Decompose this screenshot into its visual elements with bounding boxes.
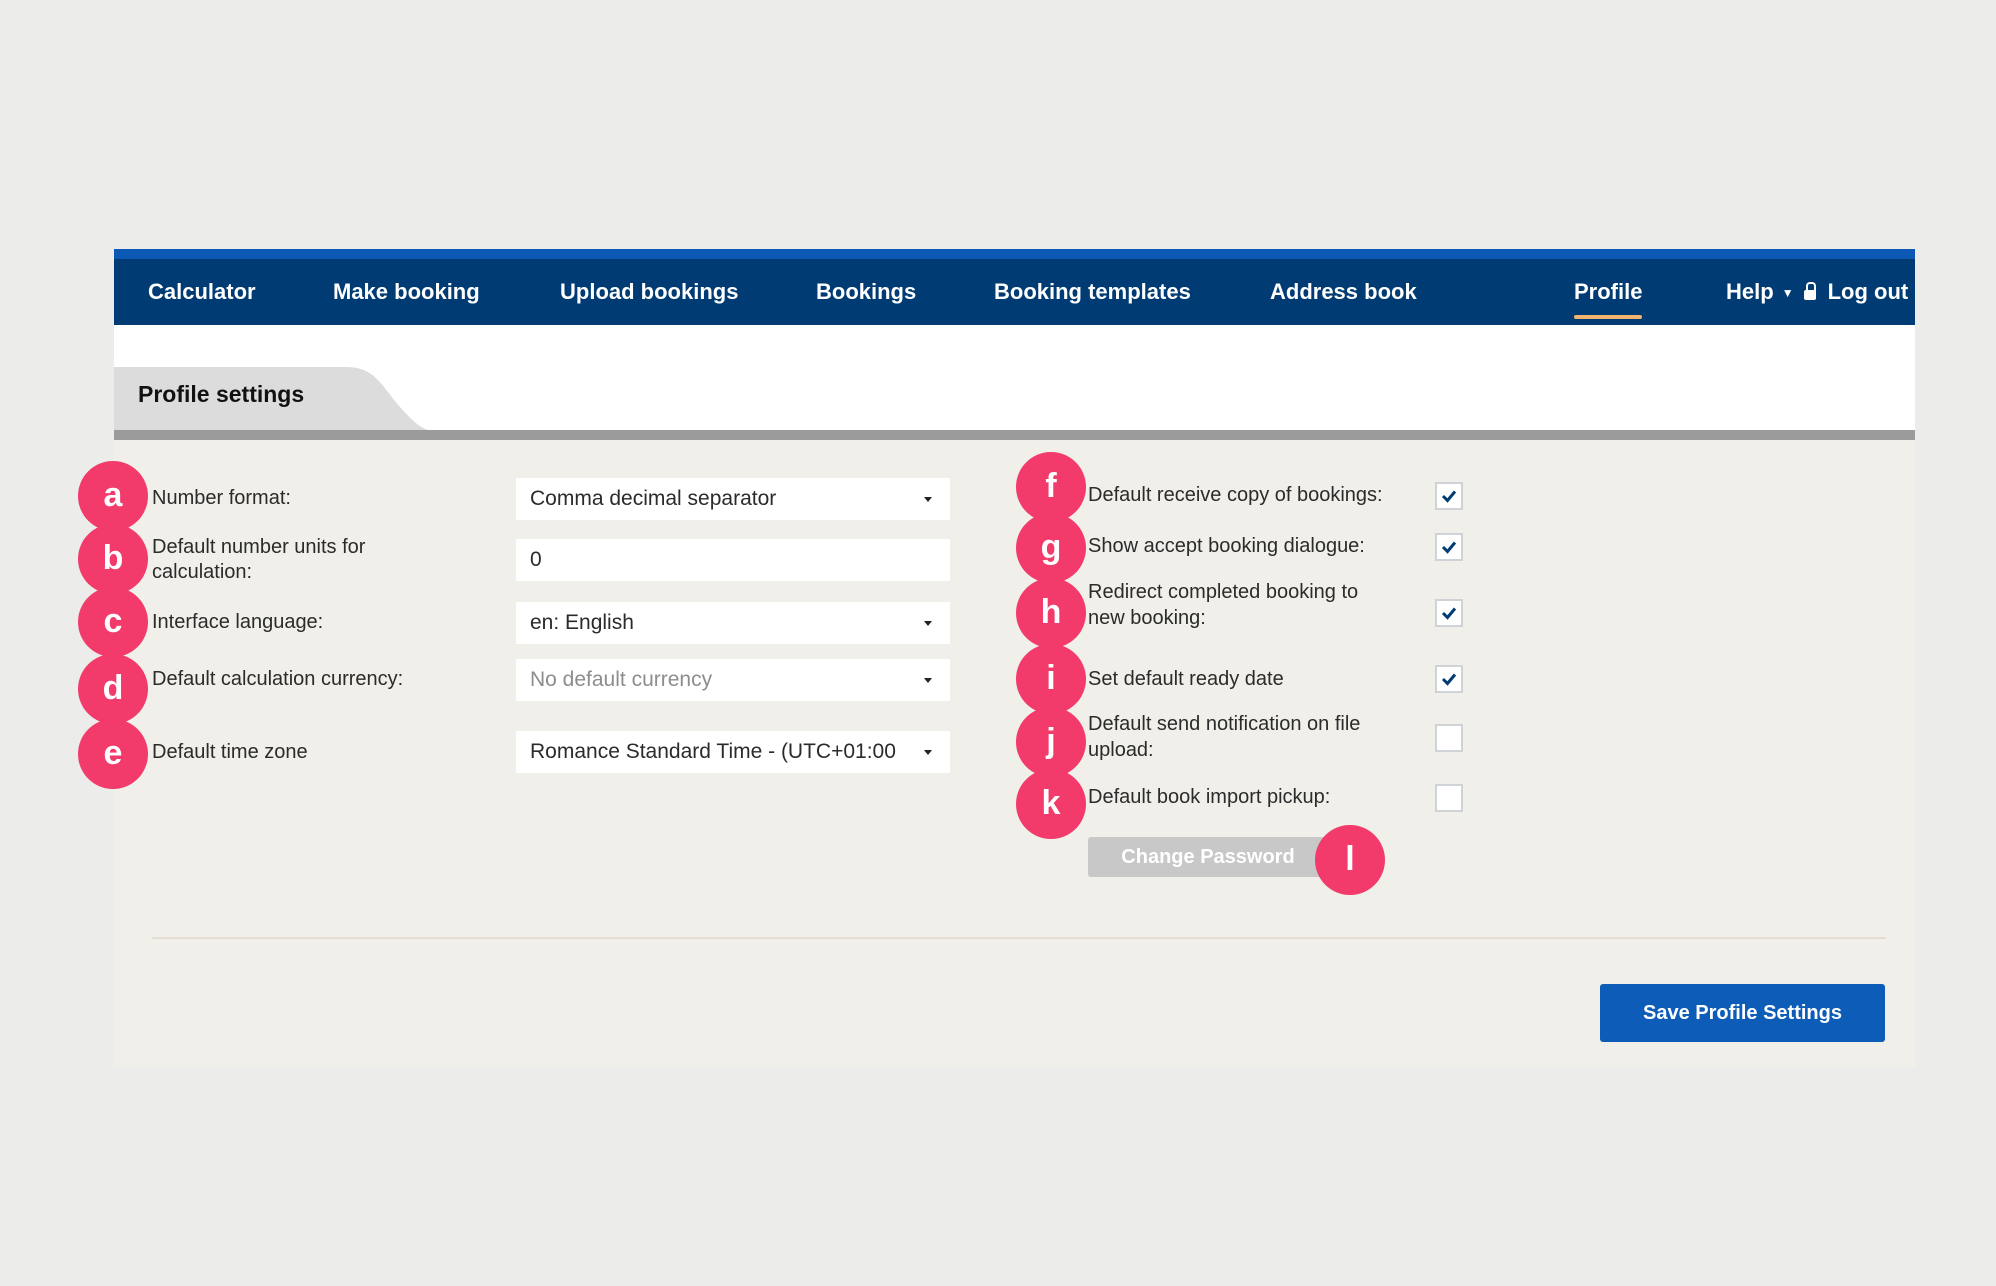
annotation-badge-e: e [78,719,148,789]
annotation-badge-l: l [1315,825,1385,895]
number-format-value: Comma decimal separator [530,487,777,510]
annotation-badge-g: g [1016,513,1086,583]
checkmark-icon [1441,541,1457,554]
annotation-badge-j: j [1016,707,1086,777]
interface-language-value: en: English [530,611,634,634]
receive-copy-label: Default receive copy of bookings: [1088,484,1383,506]
default-units-label-line2: calculation: [152,561,253,583]
accept-dialogue-checkbox[interactable] [1435,533,1463,561]
checkmark-icon [1441,607,1457,620]
number-format-label: Number format: [152,487,291,509]
dropdown-caret-icon [924,497,932,502]
checkmark-icon [1441,673,1457,686]
annotation-badge-i: i [1016,644,1086,714]
time-zone-select[interactable]: Romance Standard Time - (UTC+01:00 [516,731,950,773]
calc-currency-select[interactable]: No default currency [516,659,950,701]
interface-language-select[interactable]: en: English [516,602,950,644]
lock-icon [1803,282,1816,300]
annotation-badge-c: c [78,587,148,657]
nav-help[interactable]: Help [1726,279,1774,304]
tab-profile-settings[interactable]: Profile settings [138,381,304,408]
dropdown-caret-icon [924,750,932,755]
main-nav: Calculator Make booking Upload bookings … [114,249,1915,325]
notification-label-line1: Default send notification on file [1088,713,1361,735]
annotation-badge-h: h [1016,578,1086,648]
import-pickup-checkbox[interactable] [1435,784,1463,812]
dropdown-caret-icon [924,621,932,626]
time-zone-value: Romance Standard Time - (UTC+01:00 [530,740,896,763]
nav-booking-templates[interactable]: Booking templates [994,259,1191,325]
redirect-label-line1: Redirect completed booking to [1088,581,1359,603]
nav-bookings[interactable]: Bookings [816,259,916,325]
default-units-input[interactable]: 0 [516,539,950,581]
redirect-label-line2: new booking: [1088,607,1206,629]
accept-dialogue-label: Show accept booking dialogue: [1088,535,1365,557]
ready-date-label: Set default ready date [1088,668,1284,690]
change-password-button[interactable]: Change Password [1088,837,1328,877]
import-pickup-label: Default book import pickup: [1088,786,1331,808]
nav-calculator[interactable]: Calculator [148,259,256,325]
caret-down-icon[interactable]: ▼ [1782,286,1794,300]
nav-logout[interactable]: Log out [1828,279,1909,304]
form-divider [152,937,1886,939]
nav-address-book[interactable]: Address book [1270,259,1417,325]
interface-language-label: Interface language: [152,611,324,633]
redirect-checkbox[interactable] [1435,599,1463,627]
tab-underline [114,430,1915,440]
nav-upload-bookings[interactable]: Upload bookings [560,259,738,325]
nav-help-group: Help ▼ Log out [1726,259,1908,325]
receive-copy-checkbox[interactable] [1435,482,1463,510]
number-format-select[interactable]: Comma decimal separator [516,478,950,520]
annotation-badge-f: f [1016,452,1086,522]
notification-checkbox[interactable] [1435,724,1463,752]
ready-date-checkbox[interactable] [1435,665,1463,693]
screenshot-canvas: Calculator Make booking Upload bookings … [0,0,1996,1286]
annotation-badge-d: d [78,654,148,724]
annotation-badge-k: k [1016,769,1086,839]
notification-label-line2: upload: [1088,739,1154,761]
annotation-badge-b: b [78,524,148,594]
calc-currency-value: No default currency [530,668,713,691]
dropdown-caret-icon [924,678,932,683]
nav-profile[interactable]: Profile [1574,259,1643,325]
time-zone-label: Default time zone [152,741,308,763]
checkmark-icon [1441,490,1457,503]
profile-app-frame: Calculator Make booking Upload bookings … [78,249,1915,1067]
annotation-badge-a: a [78,461,148,531]
nav-make-booking[interactable]: Make booking [333,259,480,325]
save-profile-settings-button[interactable]: Save Profile Settings [1600,984,1885,1042]
calc-currency-label: Default calculation currency: [152,668,404,690]
default-units-label-line1: Default number units for [152,536,366,558]
